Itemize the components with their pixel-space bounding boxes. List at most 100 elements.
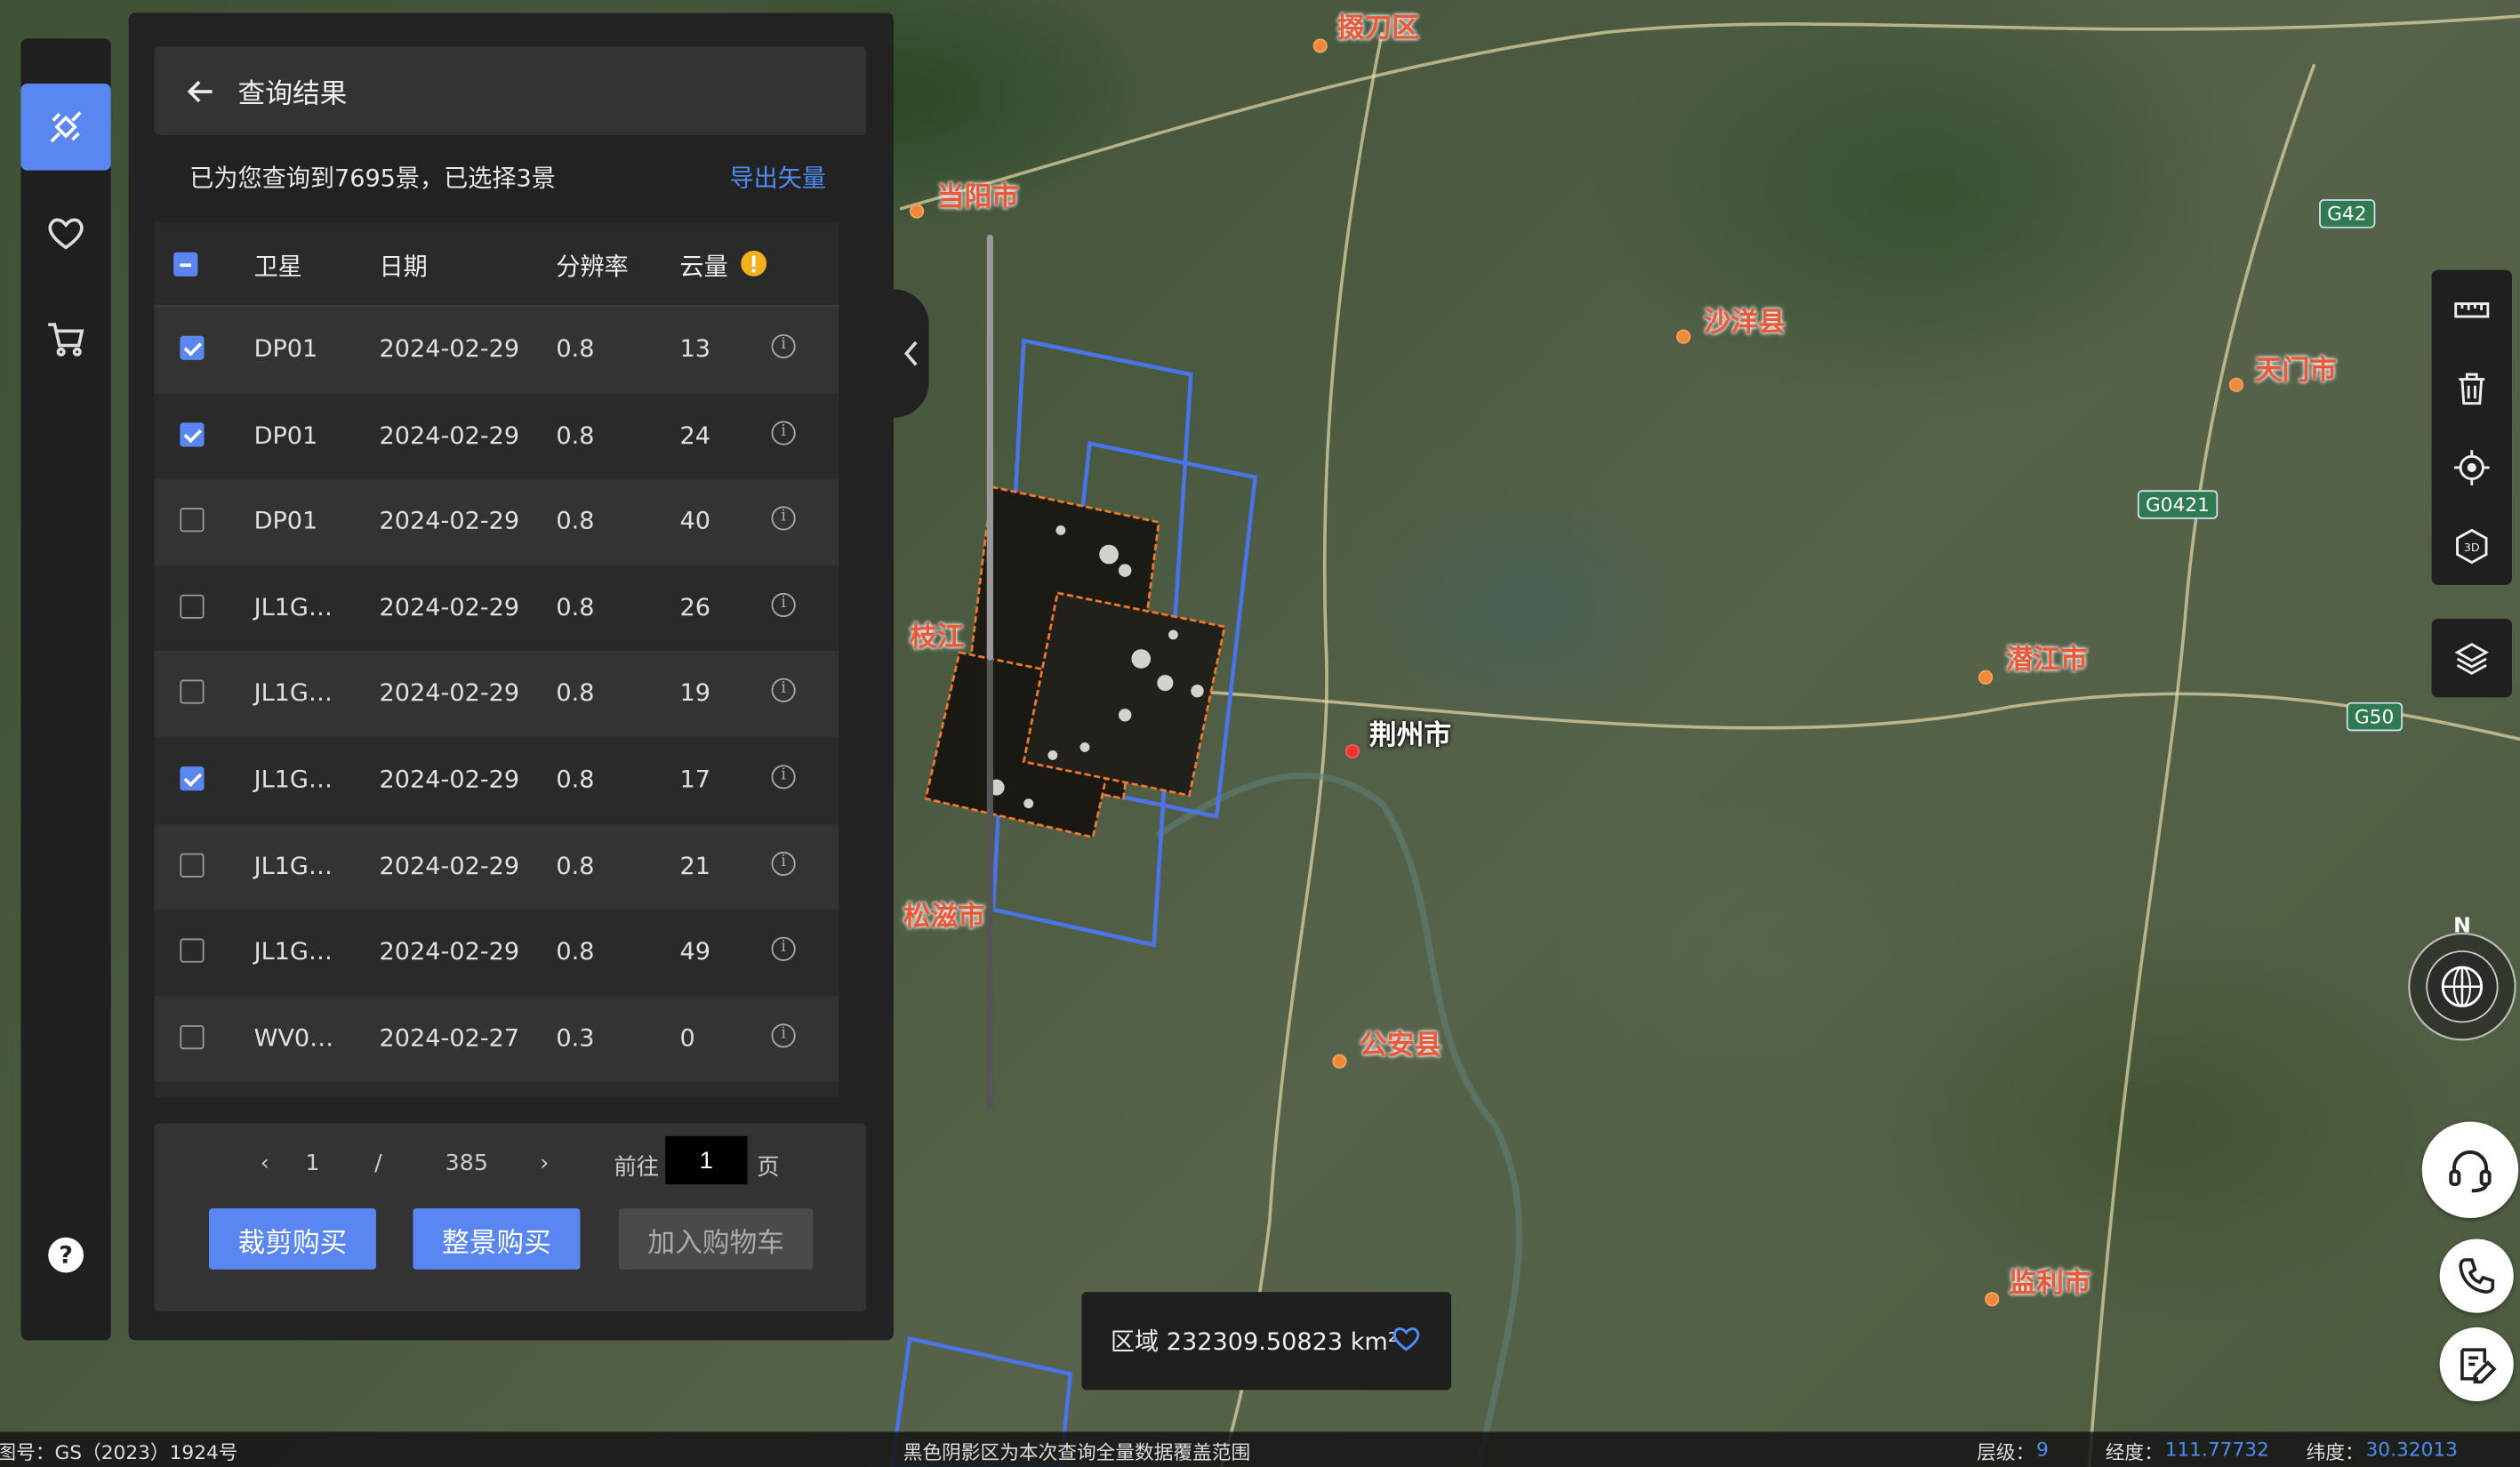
table-row[interactable]: JL1G… 2024-02-29 0.8 21 i: [154, 823, 839, 910]
phone-button[interactable]: [2439, 1239, 2514, 1313]
feedback-button[interactable]: [2439, 1327, 2514, 1402]
cell-satellite: JL1G…: [253, 678, 333, 708]
info-icon[interactable]: i: [771, 420, 796, 445]
row-checkbox[interactable]: [180, 938, 205, 963]
cell-resolution: 0.8: [556, 592, 595, 622]
lat-value: 30.32013: [2365, 1438, 2458, 1461]
favorites-button[interactable]: [20, 189, 110, 277]
satellite-icon: [50, 111, 82, 143]
table-row[interactable]: JL1G… 2024-02-29 0.8 17 i: [155, 738, 839, 824]
compass[interactable]: N: [2401, 912, 2520, 1045]
panel-footer: ‹ 1 / 385 › 前往 页 裁剪购买 整景购买 加入购物车: [154, 1123, 867, 1311]
city-label: 天门市: [2254, 355, 2337, 388]
row-checkbox[interactable]: [180, 680, 205, 705]
3d-view-button[interactable]: 3D: [2432, 506, 2512, 585]
cell-date: 2024-02-29: [379, 592, 520, 622]
cell-cloud: 13: [679, 333, 711, 364]
lat-label: 纬度：: [2306, 1441, 2364, 1464]
info-icon[interactable]: i: [771, 1022, 796, 1048]
cell-resolution: 0.8: [556, 765, 595, 794]
collapse-panel-button[interactable]: [893, 289, 929, 418]
table-scroll-thumb[interactable]: [986, 234, 993, 661]
prev-page-icon[interactable]: ‹: [261, 1150, 269, 1176]
cart-button[interactable]: [20, 296, 110, 383]
cell-cloud: 49: [679, 937, 711, 966]
goto-page-input[interactable]: [665, 1135, 748, 1185]
warning-icon[interactable]: [741, 250, 767, 277]
table-header: 卫星 日期 分辨率 云量: [154, 221, 839, 308]
add-to-cart-button[interactable]: 加入购物车: [618, 1208, 814, 1270]
info-icon[interactable]: i: [771, 592, 796, 617]
column-header: 云量: [679, 252, 728, 282]
row-checkbox[interactable]: [180, 508, 205, 533]
left-rail: ?: [20, 38, 111, 1341]
cell-satellite: JL1G…: [253, 592, 333, 622]
customer-service-button[interactable]: [2421, 1121, 2519, 1219]
cell-satellite: DP01: [253, 420, 318, 450]
city-label: 掇刀区: [1336, 12, 1419, 45]
city-label: 枝江: [909, 621, 965, 654]
column-header: 日期: [379, 252, 428, 282]
select-all-checkbox[interactable]: [173, 252, 198, 277]
cell-cloud: 24: [679, 420, 711, 450]
table-row[interactable]: JL1G… 2024-02-29 0.8 19 i: [154, 651, 839, 738]
area-text: 区域 232309.50823 km²: [1110, 1327, 1398, 1357]
row-checkbox[interactable]: [180, 766, 205, 791]
layers-button[interactable]: [2431, 618, 2512, 698]
cell-cloud: 40: [679, 506, 711, 536]
table-row[interactable]: DP01 2024-02-29 0.8 40 i: [154, 478, 839, 565]
cell-satellite: JL1G…: [253, 851, 333, 880]
cell-cloud: 0: [679, 1022, 695, 1053]
measure-button[interactable]: [2432, 270, 2512, 349]
info-icon[interactable]: i: [771, 678, 796, 703]
results-table: 卫星 日期 分辨率 云量 DP01 2024-02-29 0.8 13 i DP01 202…: [154, 221, 839, 1098]
row-checkbox[interactable]: [180, 594, 205, 619]
info-icon[interactable]: i: [771, 851, 796, 876]
cell-date: 2024-02-29: [379, 851, 520, 880]
svg-text:3D: 3D: [2464, 540, 2480, 553]
layers-icon: [2454, 642, 2490, 675]
phone-icon: [2459, 1258, 2495, 1294]
satellite-search-button[interactable]: [20, 83, 111, 171]
row-checkbox[interactable]: [180, 421, 205, 446]
table-row[interactable]: JL1G… 2024-02-29 0.8 49 i: [155, 910, 839, 996]
query-results-panel: 查询结果 已为您查询到7695景，已选择3景 导出矢量 卫星 日期 分辨率 云量…: [128, 12, 993, 1341]
back-arrow-icon[interactable]: [187, 78, 216, 104]
cell-date: 2024-02-29: [379, 765, 520, 794]
crop-buy-button[interactable]: 裁剪购买: [208, 1208, 376, 1270]
highway-shield: G0421: [2137, 490, 2218, 519]
cell-satellite: DP01: [253, 333, 318, 364]
row-checkbox[interactable]: [180, 1024, 205, 1049]
row-checkbox[interactable]: [180, 852, 205, 878]
cell-cloud: 26: [679, 592, 711, 622]
lon-label: 经度：: [2105, 1441, 2163, 1464]
city-label: 公安县: [1360, 1030, 1442, 1062]
table-row[interactable]: WV0… 2024-02-27 0.3 0 i: [154, 996, 839, 1083]
info-icon[interactable]: i: [771, 765, 796, 790]
cell-date: 2024-02-29: [379, 678, 520, 708]
table-row[interactable]: JL1G… 2024-02-29 0.8 26 i: [155, 565, 839, 652]
city-label: 当阳市: [936, 181, 1019, 214]
table-row[interactable]: DP01 2024-02-29 0.8 24 i: [155, 393, 839, 479]
delete-button[interactable]: [2432, 349, 2512, 428]
info-icon[interactable]: i: [771, 937, 796, 962]
map-approval-number: 审图号：GS（2023）1924号: [0, 1441, 238, 1464]
locate-button[interactable]: [2432, 428, 2512, 507]
export-vector-link[interactable]: 导出矢量: [730, 161, 826, 195]
cell-satellite: JL1G…: [253, 765, 333, 794]
highway-shield: G50: [2346, 701, 2403, 732]
heart-icon[interactable]: [1390, 1324, 1422, 1353]
info-icon[interactable]: i: [771, 333, 796, 359]
help-button[interactable]: ?: [20, 1212, 110, 1299]
next-page-icon[interactable]: ›: [540, 1150, 549, 1176]
highway-shield: G42: [2319, 199, 2375, 228]
level-label: 层级：: [1977, 1441, 2035, 1464]
info-icon[interactable]: i: [771, 506, 796, 531]
column-header: 卫星: [253, 252, 302, 282]
svg-text:?: ?: [59, 1242, 73, 1270]
full-scene-buy-button[interactable]: 整景购买: [413, 1208, 581, 1270]
table-row[interactable]: DP01 2024-02-29 0.8 13 i: [154, 307, 839, 394]
edit-note-icon: [2460, 1348, 2497, 1384]
cell-resolution: 0.3: [556, 1022, 595, 1053]
row-checkbox[interactable]: [180, 335, 205, 360]
